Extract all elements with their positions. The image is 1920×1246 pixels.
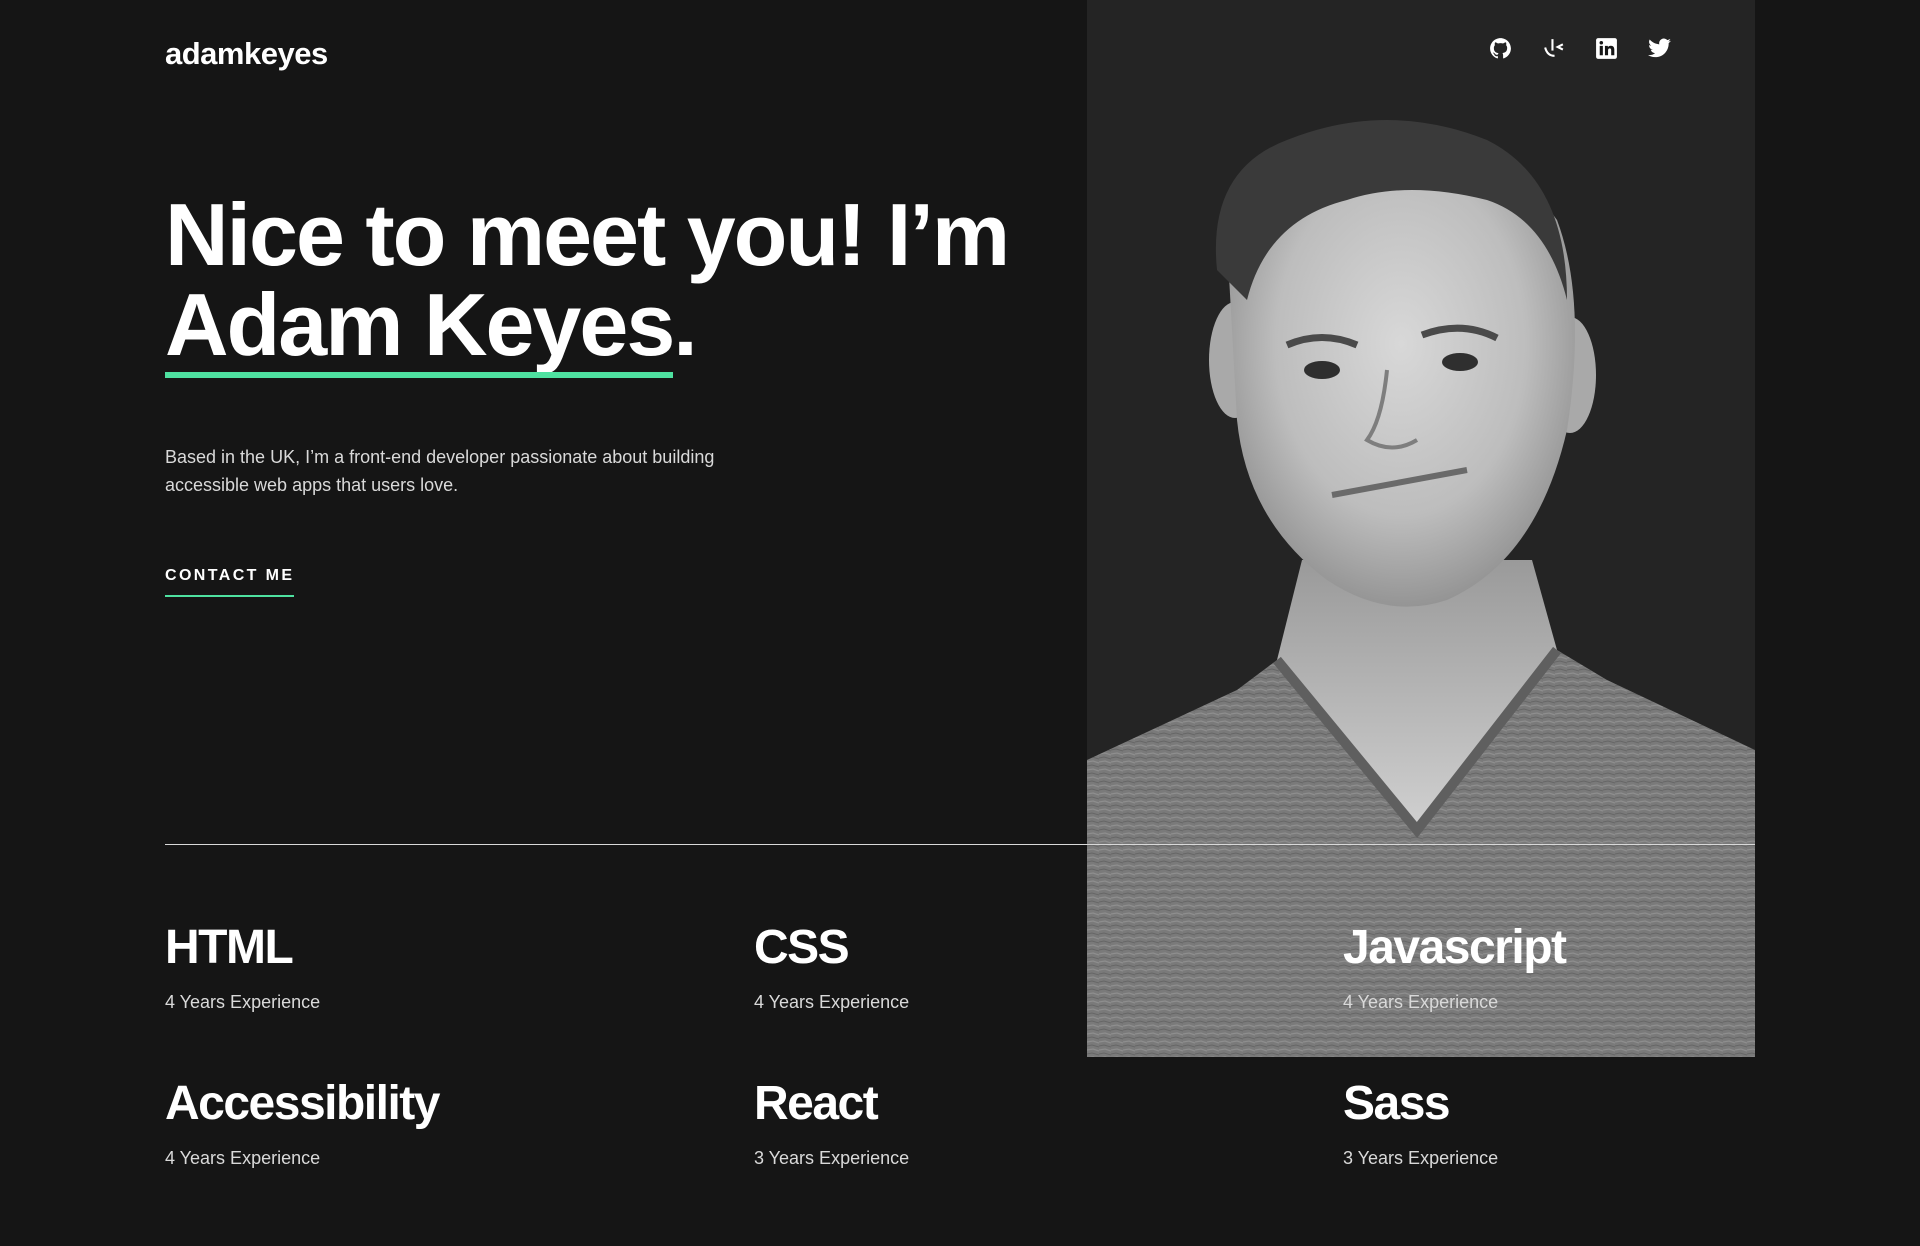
skill-name: Javascript [1343,921,1567,974]
headline-line-1: Nice to meet you! I’m [165,185,1010,284]
hero-intro: Based in the UK, I’m a front-end develop… [165,443,765,499]
skill-experience: 3 Years Experience [1343,1148,1499,1168]
skill-name: React [754,1077,879,1130]
skill-name: HTML [165,921,294,974]
github-icon[interactable] [1488,36,1513,61]
linkedin-icon[interactable] [1594,36,1619,61]
skill-item: Accessibility 4 Years Experience [165,1076,665,1170]
contact-me-link[interactable]: CONTACT ME [165,567,295,597]
social-links [1488,36,1672,61]
skill-name: Sass [1343,1077,1451,1130]
skill-experience: 4 Years Experience [754,992,910,1012]
profile-photo-illustration [1087,120,1755,1057]
twitter-icon[interactable] [1647,36,1672,61]
skill-item: React 3 Years Experience [754,1076,1254,1170]
skill-name: CSS [754,921,850,974]
skill-experience: 4 Years Experience [165,992,321,1012]
portfolio-page: adamkeyes Nice to meet you! I’m Adam Key… [0,0,1920,1246]
skill-item: CSS 4 Years Experience [754,920,1254,1014]
skill-item: Sass 3 Years Experience [1343,1076,1843,1170]
intro-line-2: accessible web apps that users love. [165,475,459,495]
headline-line-2: Adam Keyes. [165,275,1008,378]
skill-experience: 4 Years Experience [1343,992,1499,1012]
skill-item: HTML 4 Years Experience [165,920,665,1014]
skill-name: Accessibility [165,1077,440,1130]
hero-headline: Nice to meet you! I’m Adam Keyes. [165,185,1010,378]
skill-item: Javascript 4 Years Experience [1343,920,1843,1014]
section-divider [165,844,1755,845]
frontend-mentor-icon[interactable] [1541,36,1566,61]
headline-period: . [673,275,697,374]
headline-name: Adam Keyes [165,275,675,378]
profile-photo [1087,0,1755,1057]
skill-experience: 4 Years Experience [165,1148,321,1168]
skill-experience: 3 Years Experience [754,1148,910,1168]
intro-line-1: Based in the UK, I’m a front-end develop… [165,447,715,467]
site-logo[interactable]: adamkeyes [165,36,328,72]
